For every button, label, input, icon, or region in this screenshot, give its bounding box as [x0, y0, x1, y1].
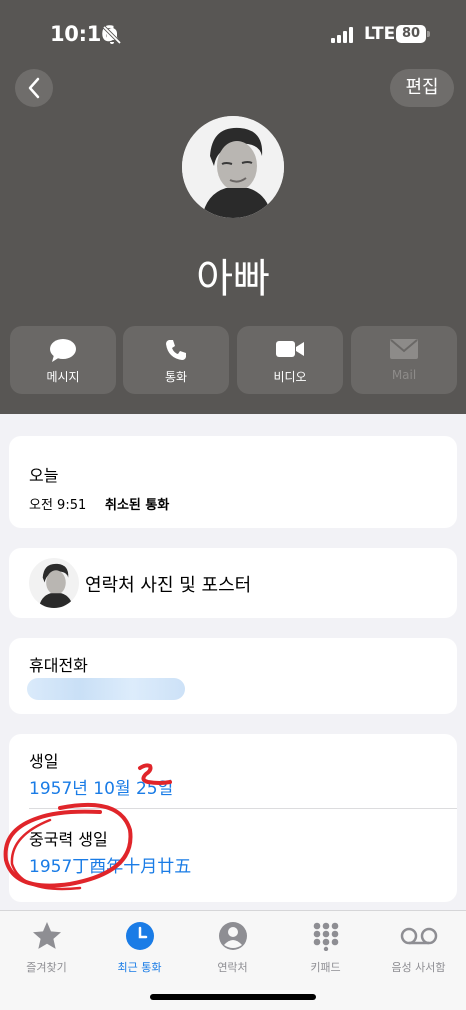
phone-icon [166, 340, 186, 360]
person-icon [218, 922, 247, 950]
tab-contacts-label: 연락처 [217, 961, 248, 974]
message-icon [50, 339, 76, 362]
battery-tip [427, 31, 430, 37]
star-icon [32, 922, 61, 949]
home-indicator[interactable] [150, 994, 316, 1000]
recent-call-status: 취소된 통화 [105, 498, 170, 513]
video-icon [276, 341, 304, 357]
mail-button[interactable]: Mail [351, 326, 457, 394]
tab-recents-label: 최근 통화 [117, 961, 162, 974]
avatar-photo [182, 116, 284, 218]
back-button[interactable] [15, 69, 53, 107]
signal-icon [331, 27, 357, 43]
tab-favorites[interactable]: 즐겨찾기 [0, 919, 93, 979]
tab-keypad-label: 키패드 [310, 961, 341, 974]
tab-contacts[interactable]: 연락처 [186, 919, 279, 979]
voicemail-icon [400, 927, 437, 945]
tab-recents[interactable]: 최근 통화 [93, 919, 186, 979]
message-label: 메시지 [46, 370, 80, 384]
recent-call-day: 오늘 [29, 466, 59, 485]
recent-call-card: 오늘 오전 9:51 취소된 통화 [9, 436, 457, 528]
mail-label: Mail [391, 368, 417, 382]
video-label: 비디오 [273, 370, 307, 384]
call-button[interactable]: 통화 [123, 326, 229, 394]
mail-icon [390, 339, 418, 359]
mobile-number-blurred[interactable] [27, 678, 185, 700]
contact-name: 아빠 [196, 256, 270, 302]
poster-label: 연락처 사진 및 포스터 [85, 575, 252, 596]
tab-keypad[interactable]: 키패드 [279, 919, 372, 979]
poster-thumbnail [29, 558, 79, 608]
message-button[interactable]: 메시지 [10, 326, 116, 394]
recent-call-time: 오전 9:51 [29, 498, 87, 513]
contact-avatar[interactable] [182, 116, 284, 218]
battery-icon: 80 [396, 25, 426, 43]
edit-button[interactable]: 편집 [390, 69, 454, 107]
annotation-overlay [3, 763, 172, 891]
contact-header: 10:16 LTE 80 편집 아빠 메시지 통화 비디오 Mail [0, 0, 466, 414]
call-label: 통화 [164, 370, 188, 384]
network-label: LTE [364, 24, 396, 44]
contact-poster-row[interactable]: 연락처 사진 및 포스터 [9, 548, 457, 618]
status-bar: 10:16 LTE 80 [0, 0, 466, 70]
tab-voicemail[interactable]: 음성 사서함 [372, 919, 465, 979]
keypad-icon [313, 922, 338, 951]
bell-off-icon [102, 25, 122, 45]
tab-favorites-label: 즐겨찾기 [26, 961, 67, 974]
tab-voicemail-label: 음성 사서함 [391, 961, 446, 974]
clock-icon [125, 922, 154, 950]
video-button[interactable]: 비디오 [237, 326, 343, 394]
mobile-label: 휴대전화 [29, 656, 88, 675]
chevron-left-icon [28, 77, 40, 99]
mobile-phone-card[interactable]: 휴대전화 [9, 638, 457, 714]
